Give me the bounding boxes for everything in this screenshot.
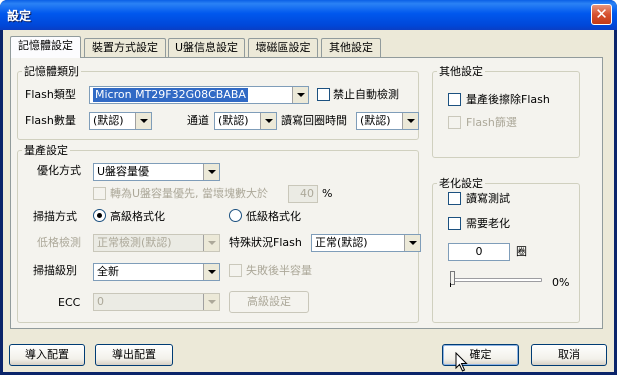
flash-filter-label: Flash篩選: [466, 116, 517, 129]
chevron-down-icon[interactable]: [135, 113, 151, 129]
tab-label: 記憶體設定: [18, 39, 73, 52]
flash-type-value: Micron MT29F32G08CBABA: [93, 88, 248, 102]
tab-panel-memory: 記憶體類別 Flash類型 Micron MT29F32G08CBABA 禁止自…: [10, 57, 603, 329]
scan-high-format-radio[interactable]: [93, 209, 106, 222]
settings-dialog: 設定 ✕ 記憶體設定 裝置方式設定 U盤信息設定 壞磁區設定 其他設定 記憶體類…: [0, 0, 617, 375]
tab-memory-settings[interactable]: 記憶體設定: [10, 36, 81, 58]
aging-slider-track: [450, 278, 542, 282]
scan-level-value: 全新: [97, 265, 119, 278]
scan-level-select[interactable]: 全新: [93, 263, 220, 281]
production-legend: 量產設定: [24, 144, 68, 157]
special-flash-label: 特殊狀況Flash: [229, 236, 302, 249]
flash-type-label: Flash類型: [25, 88, 76, 101]
scan-high-format-label: 高級格式化: [110, 210, 165, 223]
channel-label: 通道: [187, 114, 209, 127]
rw-cycles-select[interactable]: (默認): [356, 112, 419, 130]
chevron-down-icon[interactable]: [203, 164, 219, 180]
ecc-label: ECC: [58, 296, 81, 309]
tab-other-settings[interactable]: 其他設定: [321, 38, 381, 57]
aging-cycles-input[interactable]: 0: [448, 243, 510, 261]
optimize-value: U盤容量優: [97, 165, 150, 178]
switch-capacity-input[interactable]: 40: [288, 185, 318, 203]
close-icon: ✕: [595, 5, 608, 23]
ok-button[interactable]: 確定: [442, 344, 519, 366]
special-flash-value: 正常(默認): [315, 236, 368, 249]
chevron-down-icon[interactable]: [203, 294, 219, 310]
aging-legend: 老化設定: [439, 177, 483, 190]
ecc-value: 0: [97, 295, 104, 308]
rw-test-label: 讀寫測試: [466, 192, 510, 205]
flash-count-value: (默認): [93, 114, 124, 127]
flash-filter-checkbox[interactable]: [448, 116, 461, 129]
mouse-cursor-icon: [455, 352, 468, 372]
chevron-down-icon[interactable]: [292, 87, 308, 103]
close-button[interactable]: ✕: [591, 4, 612, 25]
erase-after-label: 量產後擦除Flash: [466, 93, 550, 106]
low-format-check-label: 低格檢測: [37, 236, 81, 249]
tab-udisk-info-settings[interactable]: U盤信息設定: [168, 38, 245, 57]
tab-device-settings[interactable]: 裝置方式設定: [84, 38, 166, 57]
channel-select[interactable]: (默認): [214, 112, 277, 130]
dialog-body: 記憶體設定 裝置方式設定 U盤信息設定 壞磁區設定 其他設定 記憶體類別 Fla…: [3, 30, 614, 372]
tab-bad-block-settings[interactable]: 壞磁區設定: [248, 38, 318, 57]
half-capacity-label: 失敗後半容量: [246, 264, 312, 277]
erase-after-checkbox[interactable]: [448, 93, 461, 106]
tab-label: U盤信息設定: [174, 41, 239, 54]
need-aging-label: 需要老化: [466, 217, 510, 230]
advanced-settings-button[interactable]: 高級設定: [229, 291, 309, 313]
export-config-button[interactable]: 導出配置: [95, 344, 173, 366]
channel-value: (默認): [218, 114, 249, 127]
tab-label: 其他設定: [329, 41, 373, 54]
low-format-check-value: 正常檢測(默認): [97, 236, 172, 249]
rw-test-checkbox[interactable]: [448, 192, 461, 205]
tab-label: 裝置方式設定: [92, 41, 158, 54]
special-flash-select[interactable]: 正常(默認): [311, 234, 421, 252]
other-settings-legend: 其他設定: [439, 65, 483, 78]
aging-progress-text: 0%: [552, 276, 570, 289]
import-config-button[interactable]: 導入配置: [9, 344, 85, 366]
need-aging-checkbox[interactable]: [448, 217, 461, 230]
other-settings-group: 其他設定: [432, 63, 580, 158]
aging-cycles-unit: 圈: [516, 245, 527, 258]
slider-tick: [450, 283, 451, 287]
optimize-label: 優化方式: [37, 164, 81, 177]
half-capacity-checkbox[interactable]: [229, 264, 242, 277]
scan-level-label: 掃描級別: [33, 264, 77, 277]
ecc-select[interactable]: 0: [93, 293, 220, 311]
flash-type-select[interactable]: Micron MT29F32G08CBABA: [89, 86, 309, 104]
scan-mode-label: 掃描方式: [33, 210, 77, 223]
scan-low-format-radio[interactable]: [229, 209, 242, 222]
chevron-down-icon[interactable]: [203, 264, 219, 280]
rw-cycles-value: (默認): [360, 114, 391, 127]
optimize-select[interactable]: U盤容量優: [93, 163, 220, 181]
switch-capacity-checkbox[interactable]: [93, 187, 106, 200]
scan-low-format-label: 低級格式化: [246, 210, 301, 223]
flash-count-select[interactable]: (默認): [89, 112, 152, 130]
rw-cycles-label: 讀寫回圈時間: [281, 114, 347, 127]
flash-count-label: Flash數量: [25, 114, 76, 127]
switch-capacity-label: 轉為U盤容量優先, 當壞塊數大於: [110, 187, 269, 200]
chevron-down-icon[interactable]: [260, 113, 276, 129]
chevron-down-icon[interactable]: [402, 113, 418, 129]
title-bar[interactable]: 設定 ✕: [0, 0, 617, 30]
memory-type-legend: 記憶體類別: [24, 65, 79, 78]
chevron-down-icon[interactable]: [203, 235, 219, 251]
disable-autodetect-checkbox[interactable]: [317, 88, 330, 101]
tab-label: 壞磁區設定: [255, 41, 311, 54]
chevron-down-icon[interactable]: [404, 235, 420, 251]
disable-autodetect-label: 禁止自動檢測: [333, 88, 399, 101]
cancel-button[interactable]: 取消: [531, 344, 607, 366]
low-format-check-select[interactable]: 正常檢測(默認): [93, 234, 220, 252]
switch-capacity-unit: %: [322, 187, 333, 200]
window-title: 設定: [7, 9, 32, 23]
